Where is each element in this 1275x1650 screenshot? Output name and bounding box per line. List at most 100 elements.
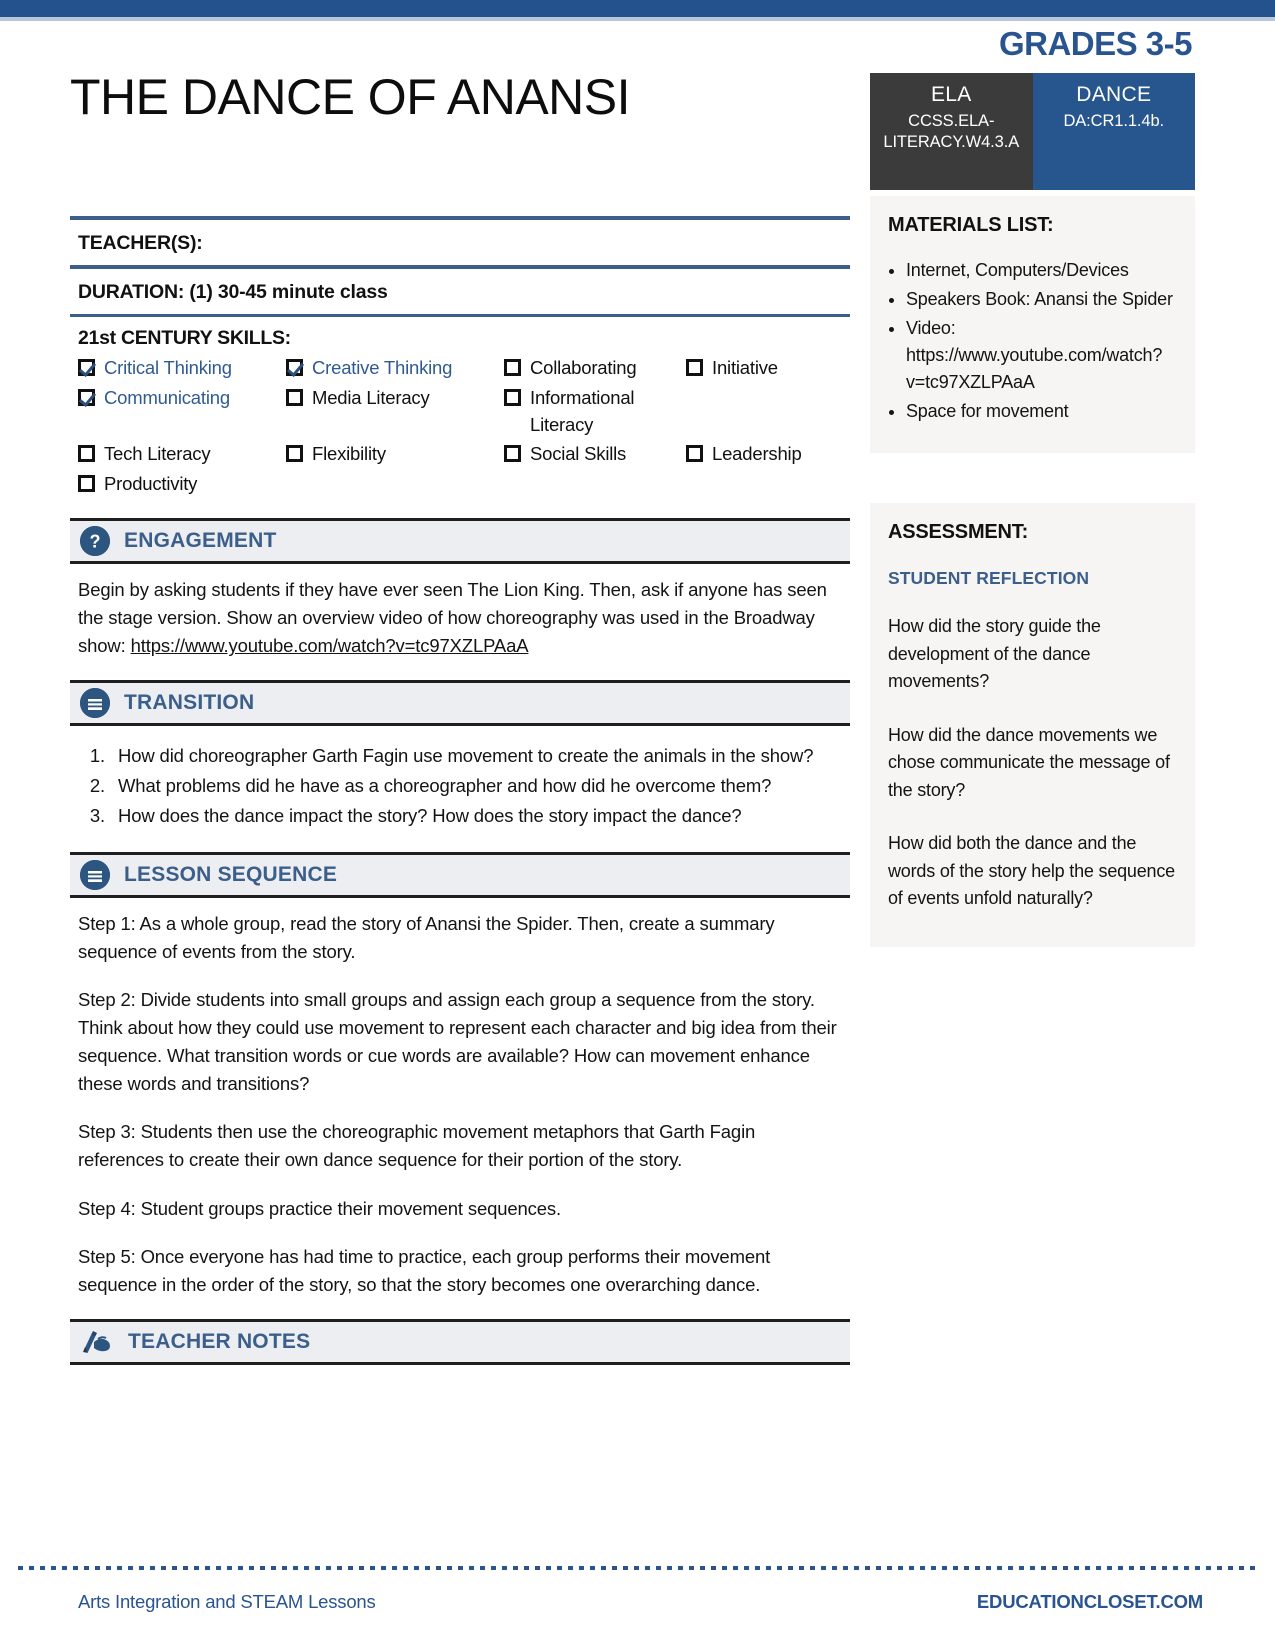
skills-grid: Critical Thinking Creative Thinking Coll… [78,355,850,498]
list-document-circle-icon [80,688,110,719]
skill-checkbox-communicating[interactable]: Communicating [78,385,286,439]
standard-subject: DANCE [1076,83,1152,106]
standard-code: DA:CR1.1.4b. [1063,112,1165,130]
reflection-question: How did both the dance and the words of … [888,833,1175,909]
standard-box-ela: ELA CCSS.ELA-LITERACY.W4.3.A [870,73,1033,190]
skill-label: Creative Thinking [312,357,453,378]
duration-label: DURATION: [78,281,185,303]
skill-checkbox-tech-literacy[interactable]: Tech Literacy [78,441,286,468]
standard-box-dance: DANCE DA:CR1.1.4b. [1032,73,1195,190]
material-item: Speakers Book: Anansi the Spider [906,286,1177,313]
lesson-sequence-body: Step 1: As a whole group, read the story… [70,898,850,1305]
duration-field-row[interactable]: DURATION: (1) 30-45 minute class [70,269,850,314]
checkbox-icon [78,359,95,376]
skill-label: Media Literacy [312,386,430,408]
engagement-title: ENGAGEMENT [124,529,277,553]
lesson-sequence-header: LESSON SEQUENCE [70,851,850,898]
writing-hand-icon [80,1328,114,1356]
skill-label: Communicating [104,386,230,408]
page-title: THE DANCE OF ANANSI [70,69,631,125]
reflection-question: How did the story guide the development … [888,616,1101,692]
checkbox-icon [78,445,95,463]
lesson-plan-page: THE DANCE OF ANANSI TEACHER(S): DURATION… [0,0,1275,1650]
materials-title: MATERIALS LIST: [888,214,1054,236]
question-mark-circle-icon: ? [80,526,110,557]
reflection-question: How did the dance movements we chose com… [888,724,1170,800]
student-reflection-subtitle: STUDENT REFLECTION [888,568,1090,588]
sidebar-column: GRADES 3-5 ELA CCSS.ELA-LITERACY.W4.3.A … [870,25,1195,947]
list-document-circle-icon [80,859,110,890]
skill-checkbox-social-skills[interactable]: Social Skills [504,441,686,468]
teacher-notes-title: TEACHER NOTES [128,1329,311,1353]
lesson-step: Step 3: Students then use the choreograp… [78,1121,756,1171]
teacher-notes-section: TEACHER NOTES [70,1318,850,1383]
transition-body: How did choreographer Garth Fagin use mo… [70,726,850,837]
engagement-paragraph: Begin by asking students if they have ev… [78,576,844,660]
standards-boxes: ELA CCSS.ELA-LITERACY.W4.3.A DANCE DA:CR… [870,73,1195,190]
checkbox-icon [504,359,521,376]
transition-question: How does the dance impact the story? How… [110,802,844,830]
material-item: Internet, Computers/Devices [906,257,1177,284]
grades-label: GRADES 3-5 [998,25,1193,62]
teacher-field-row[interactable]: TEACHER(S): [70,220,850,265]
skill-checkbox-critical-thinking[interactable]: Critical Thinking [78,355,286,382]
lesson-step: Step 2: Divide students into small group… [78,988,837,1095]
checkbox-icon [504,445,521,463]
skill-checkbox-productivity[interactable]: Productivity [78,471,286,498]
materials-list: Internet, Computers/Devices Speakers Boo… [906,257,1177,425]
footer-left-text: Arts Integration and STEAM Lessons [78,1591,376,1612]
teacher-label: TEACHER(S): [78,232,203,254]
checkbox-icon [686,359,703,376]
transition-header: TRANSITION [70,680,850,727]
checkbox-icon [78,475,95,493]
skill-checkbox-leadership[interactable]: Leadership [686,441,858,468]
engagement-header: ? ENGAGEMENT [70,518,850,565]
standard-subject: ELA [930,83,972,106]
checkbox-icon [286,359,303,376]
lesson-sequence-title: LESSON SEQUENCE [124,862,338,886]
transition-section: TRANSITION How did choreographer Garth F… [70,680,850,837]
main-content-column: THE DANCE OF ANANSI TEACHER(S): DURATION… [70,48,850,1383]
skill-checkbox-media-literacy[interactable]: Media Literacy [286,385,504,439]
assessment-panel: ASSESSMENT: STUDENT REFLECTION How did t… [870,503,1195,947]
transition-question: What problems did he have as a choreogra… [110,772,844,800]
skill-checkbox-creative-thinking[interactable]: Creative Thinking [286,355,504,382]
skill-label: Flexibility [312,443,386,465]
transition-question-list: How did choreographer Garth Fagin use mo… [110,742,844,829]
skill-checkbox-flexibility[interactable]: Flexibility [286,441,504,468]
skill-label: Social Skills [530,443,627,465]
footer-dotted-divider [18,1566,1256,1570]
top-band-shadow [0,17,1275,21]
checkbox-icon [686,445,703,463]
teacher-notes-header: TEACHER NOTES [70,1318,850,1365]
transition-question: How did choreographer Garth Fagin use mo… [110,742,844,770]
lesson-step: Step 5: Once everyone has had time to pr… [78,1245,771,1295]
skill-label: Leadership [712,443,802,465]
skill-checkbox-initiative[interactable]: Initiative [686,355,858,382]
standard-code: CCSS.ELA-LITERACY.W4.3.A [883,112,1020,152]
skill-checkbox-collaborating[interactable]: Collaborating [504,355,686,382]
lesson-step: Step 1: As a whole group, read the story… [78,912,775,962]
teacher-notes-body[interactable] [70,1365,850,1383]
svg-text:?: ? [90,532,101,552]
skill-label: Critical Thinking [104,357,232,378]
teacher-field-block: TEACHER(S): [70,216,850,269]
footer-right-text[interactable]: EDUCATIONCLOSET.COM [977,1591,1203,1613]
skills-section: 21st CENTURY SKILLS: Critical Thinking C… [70,317,850,504]
checkbox-icon [286,388,303,406]
duration-field-block: DURATION: (1) 30-45 minute class [70,269,850,317]
checkbox-icon [286,445,303,463]
skill-label: Collaborating [530,357,637,378]
top-blue-band [0,0,1275,17]
skill-label: Initiative [712,357,778,378]
engagement-section: ? ENGAGEMENT Begin by asking students if… [70,518,850,666]
materials-panel: MATERIALS LIST: Internet, Computers/Devi… [870,196,1195,453]
skill-checkbox-informational-literacy[interactable]: Informational Literacy [504,385,686,439]
skill-label: Productivity [104,473,198,495]
checkbox-icon [504,388,521,406]
assessment-title: ASSESSMENT: [888,521,1029,543]
skills-title: 21st CENTURY SKILLS: [78,327,291,349]
engagement-body: Begin by asking students if they have ev… [70,564,850,666]
engagement-video-link[interactable]: https://www.youtube.com/watch?v=tc97XZLP… [131,635,529,656]
material-item: Video: https://www.youtube.com/watch?v=t… [906,315,1177,396]
